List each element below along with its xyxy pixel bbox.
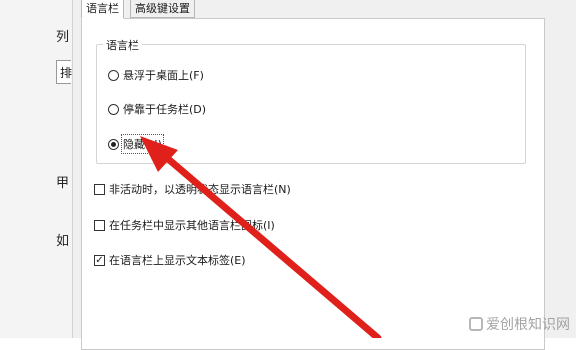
radio-label: 悬浮于桌面上(F) <box>123 69 204 82</box>
checkbox-show-text-labels[interactable]: ✓ 在语言栏上显示文本标签(E) <box>94 252 246 268</box>
checkbox-label: 在语言栏上显示文本标签(E) <box>109 254 246 267</box>
background-button-label: 排 <box>60 66 73 80</box>
background-text: 甲 <box>56 176 70 191</box>
checkbox-transparent-when-inactive[interactable]: 非活动时，以透明状态显示语言栏(N) <box>94 181 291 197</box>
radio-dock-in-taskbar[interactable]: 停靠于任务栏(D) <box>108 101 206 117</box>
checkbox-label: 在任务栏中显示其他语言栏图标(I) <box>109 219 275 232</box>
tab-language-bar[interactable]: 语言栏 <box>81 0 124 19</box>
checkbox-label: 非活动时，以透明状态显示语言栏(N) <box>109 183 291 196</box>
checkbox-box[interactable] <box>94 183 105 195</box>
tab-panel: 语言栏 悬浮于桌面上(F) 停靠于任务栏(D) 隐藏(H) 非活动时，以透明状态… <box>81 18 545 350</box>
radio-float-on-desktop[interactable]: 悬浮于桌面上(F) <box>108 67 204 83</box>
radio-label: 停靠于任务栏(D) <box>123 103 207 116</box>
background-button[interactable]: 排 <box>56 60 73 84</box>
text-services-dialog: 语言栏 高级键设置 语言栏 悬浮于桌面上(F) 停靠于任务栏(D) 隐藏(H) … <box>72 0 576 350</box>
checkbox-box-checked[interactable]: ✓ <box>94 254 105 266</box>
checkbox-box[interactable] <box>94 219 105 231</box>
tab-advanced-key-settings[interactable]: 高级键设置 <box>130 0 195 18</box>
background-window <box>0 0 72 338</box>
watermark: 爱创根知识网 <box>469 314 570 334</box>
radio-indicator-selected[interactable] <box>108 138 119 150</box>
radio-indicator[interactable] <box>108 69 119 81</box>
background-text: 列 <box>56 30 70 45</box>
radio-label: 隐藏(H) <box>121 134 164 154</box>
language-bar-group: 语言栏 悬浮于桌面上(F) 停靠于任务栏(D) 隐藏(H) <box>96 37 526 164</box>
background-text: 如 <box>56 234 70 249</box>
checkbox-show-extra-icons-in-taskbar[interactable]: 在任务栏中显示其他语言栏图标(I) <box>94 217 275 233</box>
group-title: 语言栏 <box>103 37 142 53</box>
radio-indicator[interactable] <box>108 103 119 115</box>
radio-hidden[interactable]: 隐藏(H) <box>108 134 164 154</box>
watermark-text: 爱创根知识网 <box>486 317 570 333</box>
watermark-logo-icon <box>469 317 483 331</box>
